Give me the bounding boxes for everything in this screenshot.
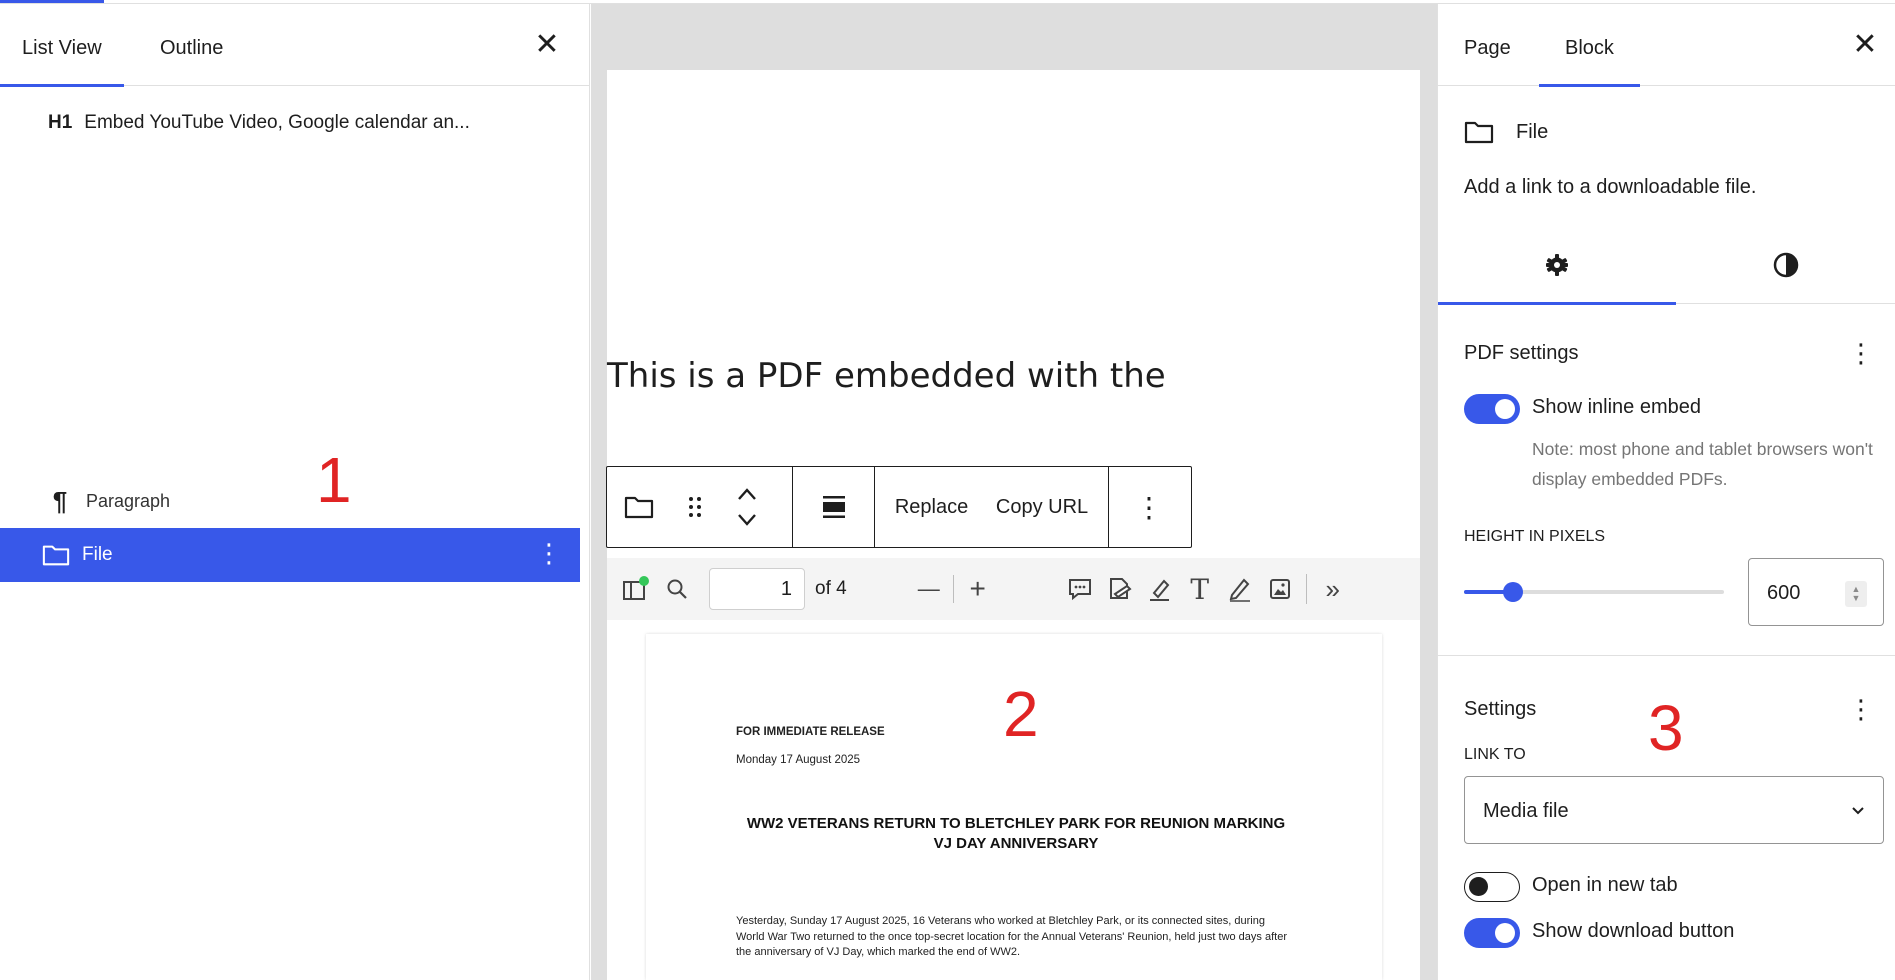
block-toolbar: Replace Copy URL ⋮	[606, 466, 1192, 548]
list-item-label: Embed YouTube Video, Google calendar an.…	[84, 112, 470, 133]
annotation-number: 1	[316, 444, 352, 516]
list-item-file-selected[interactable]: File ⋮	[0, 528, 580, 582]
list-view-panel: List View Outline ✕ H1 Embed YouTube Vid…	[0, 4, 590, 980]
image-icon[interactable]	[1260, 569, 1300, 609]
zoom-in-button[interactable]: +	[958, 569, 998, 609]
show-inline-embed-label: Show inline embed	[1532, 396, 1701, 418]
contrast-icon	[1772, 251, 1800, 284]
draw-icon[interactable]	[1220, 569, 1260, 609]
tab-outline[interactable]: Outline	[138, 4, 245, 86]
heading-level-badge: H1	[48, 112, 73, 133]
list-item-heading[interactable]: H1 Embed YouTube Video, Google calendar …	[0, 96, 580, 150]
sidebar-toggle-icon[interactable]	[615, 569, 655, 609]
show-download-button-label: Show download button	[1532, 920, 1735, 942]
move-up-down-icon[interactable]	[719, 467, 775, 547]
list-item-paragraph[interactable]: ¶ Paragraph	[0, 474, 580, 528]
pdf-date: Monday 17 August 2025	[736, 754, 861, 766]
close-sidebar-button[interactable]: ✕	[1850, 30, 1880, 60]
replace-button[interactable]: Replace	[895, 467, 968, 547]
settings-styles-tabs	[1438, 230, 1895, 305]
paragraph-block[interactable]: This is a PDF embedded with the	[607, 356, 1166, 396]
pdf-viewer-toolbar: 1 of 4 — + T »	[607, 558, 1420, 620]
pdf-title: WW2 VETERANS RETURN TO BLETCHLEY PARK FO…	[746, 815, 1286, 852]
tab-styles[interactable]	[1676, 230, 1895, 304]
block-options-icon[interactable]: ⋮	[536, 540, 562, 566]
pdf-body-text: Yesterday, Sunday 17 August 2025, 16 Vet…	[736, 915, 1287, 958]
tab-block[interactable]: Block	[1539, 4, 1640, 87]
link-to-select[interactable]: Media file	[1464, 776, 1884, 844]
sign-document-icon[interactable]	[1100, 569, 1140, 609]
open-new-tab-toggle[interactable]	[1464, 872, 1520, 902]
annotation-number: 3	[1648, 692, 1684, 764]
comment-icon[interactable]	[1060, 569, 1100, 609]
page-total-label: of 4	[815, 578, 847, 599]
height-label: HEIGHT IN PIXELS	[1464, 528, 1606, 545]
file-actions-group: Replace Copy URL	[875, 467, 1109, 547]
show-inline-embed-toggle[interactable]	[1464, 394, 1520, 424]
search-icon[interactable]	[657, 569, 697, 609]
editor-canvas: This is a PDF embedded with the Replace …	[591, 4, 1437, 980]
zoom-out-button[interactable]: —	[909, 569, 949, 609]
stepper-icon[interactable]: ▲ ▼	[1845, 581, 1867, 607]
height-input[interactable]: 600 ▲ ▼	[1748, 558, 1884, 626]
folder-icon	[42, 543, 70, 567]
block-name: File	[1516, 120, 1549, 143]
page-number-input[interactable]: 1	[709, 568, 805, 610]
block-card: File	[1464, 120, 1548, 144]
pdf-settings-options-icon[interactable]: ⋮	[1848, 340, 1874, 366]
link-to-label: LINK TO	[1464, 746, 1526, 763]
folder-icon	[1464, 120, 1494, 144]
list-view-tabs: List View Outline ✕	[0, 4, 590, 87]
block-settings-sidebar: Page Block ✕ File Add a link to a downlo…	[1437, 4, 1895, 980]
copy-url-button[interactable]: Copy URL	[996, 467, 1088, 547]
block-type-group	[607, 467, 793, 547]
settings-options-icon[interactable]: ⋮	[1848, 696, 1874, 722]
toolbar-divider	[952, 575, 954, 603]
gear-icon	[1544, 252, 1570, 283]
more-group: ⋮	[1109, 467, 1189, 547]
show-download-button-toggle[interactable]	[1464, 918, 1520, 948]
annotation-number: 2	[1003, 678, 1039, 750]
more-tools-icon[interactable]: »	[1313, 569, 1353, 609]
open-new-tab-label: Open in new tab	[1532, 874, 1678, 896]
list-item-label: Paragraph	[86, 490, 171, 511]
highlight-icon[interactable]	[1140, 569, 1180, 609]
paragraph-icon: ¶	[52, 485, 68, 516]
height-slider-thumb[interactable]	[1503, 582, 1523, 602]
settings-title[interactable]: Settings	[1464, 698, 1536, 721]
height-slider[interactable]	[1464, 582, 1724, 602]
tab-settings[interactable]	[1438, 230, 1676, 305]
toolbar-divider	[1305, 574, 1307, 604]
folder-icon[interactable]	[607, 467, 671, 547]
block-description: Add a link to a downloadable file.	[1464, 176, 1757, 198]
list-item-label: File	[82, 544, 113, 565]
chevron-down-icon	[1849, 801, 1867, 824]
height-value: 600	[1767, 582, 1801, 604]
tab-list-view[interactable]: List View	[0, 4, 124, 87]
link-to-value: Media file	[1483, 800, 1569, 822]
tab-page[interactable]: Page	[1438, 4, 1537, 86]
more-options-icon[interactable]: ⋮	[1110, 467, 1188, 547]
drag-handle-icon[interactable]	[671, 467, 719, 547]
align-icon[interactable]	[794, 467, 874, 547]
inline-embed-note: Note: most phone and tablet browsers won…	[1532, 439, 1873, 489]
pdf-settings-title[interactable]: PDF settings	[1464, 342, 1578, 365]
sidebar-tabs: Page Block ✕	[1438, 4, 1895, 87]
align-group	[793, 467, 875, 547]
text-tool-icon[interactable]: T	[1180, 569, 1220, 609]
close-list-view-button[interactable]: ✕	[532, 30, 562, 60]
pdf-release-label: FOR IMMEDIATE RELEASE	[736, 726, 885, 738]
